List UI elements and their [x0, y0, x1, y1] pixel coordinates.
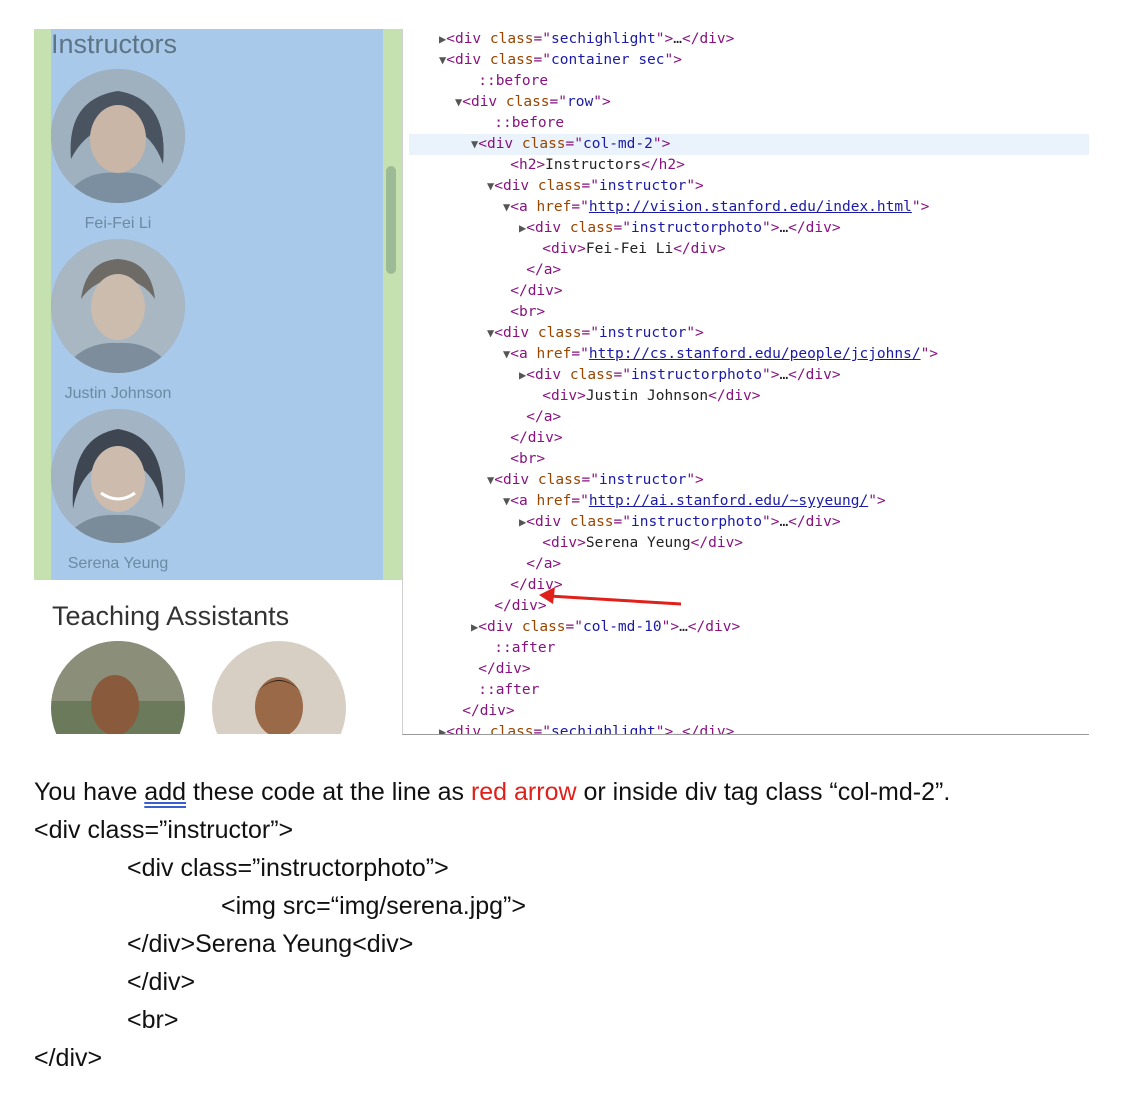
- code-line: </div>Serena Yeung<div>: [127, 930, 414, 958]
- instructor-name[interactable]: Justin Johnson: [34, 385, 202, 403]
- code-line: </div>: [34, 1044, 103, 1072]
- instructor-name[interactable]: Serena Yeung: [34, 555, 202, 573]
- red-arrow-text: red arrow: [470, 778, 577, 806]
- code-line: <div class=”instructorphoto”>: [127, 854, 449, 882]
- code-line: <br>: [127, 1006, 179, 1034]
- instruction-sentence: You have add these code at the line as r…: [34, 778, 950, 807]
- instruction-word-add: add: [144, 778, 187, 806]
- ta-photo[interactable]: [51, 641, 185, 734]
- code-line: </div>: [127, 968, 196, 996]
- rendered-page-panel: Instructors Fei-Fei Li Justin Johnson Se…: [34, 29, 402, 734]
- instructor-photo[interactable]: [51, 409, 185, 543]
- code-line: <img src=“img/serena.jpg”>: [221, 892, 526, 920]
- teaching-assistants-heading: Teaching Assistants: [52, 601, 290, 631]
- instructor-name[interactable]: Fei-Fei Li: [34, 215, 202, 233]
- scrollbar-thumb[interactable]: [386, 166, 396, 274]
- ta-photo[interactable]: [212, 641, 346, 734]
- devtools-elements-panel: ▶<div class="sechighlight">…</div> ▼<div …: [402, 29, 1089, 735]
- instructor-photo[interactable]: [51, 239, 185, 373]
- code-line: <div class=”instructor”>: [34, 816, 294, 844]
- instructors-heading: Instructors: [51, 29, 178, 59]
- red-arrow-annotation: [539, 587, 682, 606]
- instruction-part: You have: [34, 778, 145, 806]
- instruction-part: these code at the line as: [186, 778, 471, 806]
- instructor-photo[interactable]: [51, 69, 185, 203]
- instruction-part: or inside div tag class “col-md-2”.: [576, 778, 951, 806]
